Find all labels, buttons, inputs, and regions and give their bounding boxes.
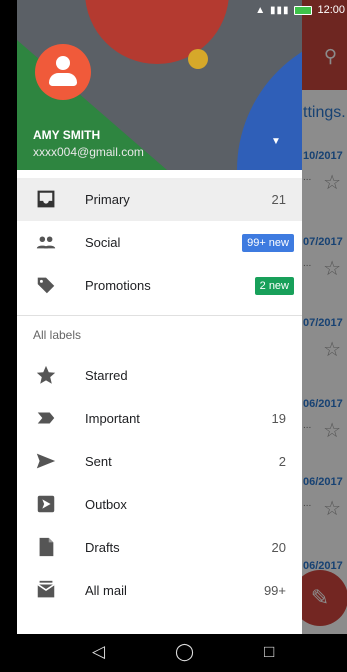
new-badge: 2 new bbox=[254, 276, 294, 295]
drawer-item-label: Sent bbox=[85, 454, 112, 469]
screen: ⚲ ttings. 10/2017 ... ☆ 07/2017 ... ☆ 07… bbox=[17, 0, 347, 672]
drawer-item-label: Starred bbox=[85, 368, 128, 383]
drawer-item-label: Important bbox=[85, 411, 140, 426]
drawer-item-promotions[interactable]: Promotions 2 new bbox=[17, 264, 302, 307]
recents-icon[interactable]: □ bbox=[264, 642, 274, 662]
navigation-drawer: AMY SMITH xxxx004@gmail.com ▼ Primary 21… bbox=[17, 0, 302, 634]
new-badge: 99+ new bbox=[242, 233, 294, 252]
system-nav-bar: ◁ ◯ □ bbox=[17, 634, 347, 672]
drawer-item-label: Promotions bbox=[85, 278, 151, 293]
status-bar: ▲ ▮▮▮ 12:00 bbox=[17, 0, 347, 22]
item-count: 20 bbox=[271, 540, 286, 555]
item-count: 99+ bbox=[263, 583, 286, 598]
account-header[interactable]: AMY SMITH xxxx004@gmail.com ▼ bbox=[17, 0, 302, 170]
drawer-item-label: Primary bbox=[85, 192, 130, 207]
labels-heading: All labels bbox=[33, 328, 82, 342]
drawer-item-starred[interactable]: Starred bbox=[17, 354, 302, 397]
account-name: AMY SMITH bbox=[33, 128, 101, 142]
item-count: 19 bbox=[271, 411, 286, 426]
drawer-item-social[interactable]: Social 99+ new bbox=[17, 221, 302, 264]
drawer-item-primary[interactable]: Primary 21 bbox=[17, 178, 302, 221]
back-icon[interactable]: ◁ bbox=[92, 642, 105, 662]
drawer-list: Primary 21 Social 99+ new Promotions 2 n… bbox=[17, 178, 302, 612]
drawer-item-outbox[interactable]: Outbox bbox=[17, 483, 302, 526]
drawer-item-label: All mail bbox=[85, 583, 127, 598]
account-email: xxxx004@gmail.com bbox=[33, 145, 144, 159]
drawer-item-sent[interactable]: Sent 2 bbox=[17, 440, 302, 483]
clock: 12:00 bbox=[317, 4, 345, 16]
outbox-icon bbox=[37, 495, 55, 513]
drawer-item-label: Drafts bbox=[85, 540, 120, 555]
drawer-item-drafts[interactable]: Drafts 20 bbox=[17, 526, 302, 569]
drawer-item-label: Outbox bbox=[85, 497, 127, 512]
item-count: 2 bbox=[278, 454, 286, 469]
drawer-item-important[interactable]: Important 19 bbox=[17, 397, 302, 440]
all-mail-icon bbox=[37, 580, 55, 598]
signal-icon: ▲ ▮▮▮ bbox=[255, 4, 290, 16]
draft-icon bbox=[39, 537, 54, 557]
star-icon bbox=[36, 365, 56, 384]
unread-count: 21 bbox=[271, 192, 286, 207]
drawer-item-all-mail[interactable]: All mail 99+ bbox=[17, 569, 302, 612]
drawer-item-label: Social bbox=[85, 235, 121, 250]
important-icon bbox=[37, 412, 55, 424]
tag-icon bbox=[37, 277, 55, 294]
person-icon bbox=[56, 56, 70, 70]
dropdown-arrow-icon[interactable]: ▼ bbox=[271, 136, 281, 147]
inbox-icon bbox=[37, 190, 55, 208]
avatar[interactable] bbox=[35, 44, 91, 100]
battery-icon bbox=[294, 5, 313, 15]
people-icon bbox=[36, 236, 56, 249]
home-icon[interactable]: ◯ bbox=[175, 642, 194, 662]
send-icon bbox=[36, 453, 56, 469]
